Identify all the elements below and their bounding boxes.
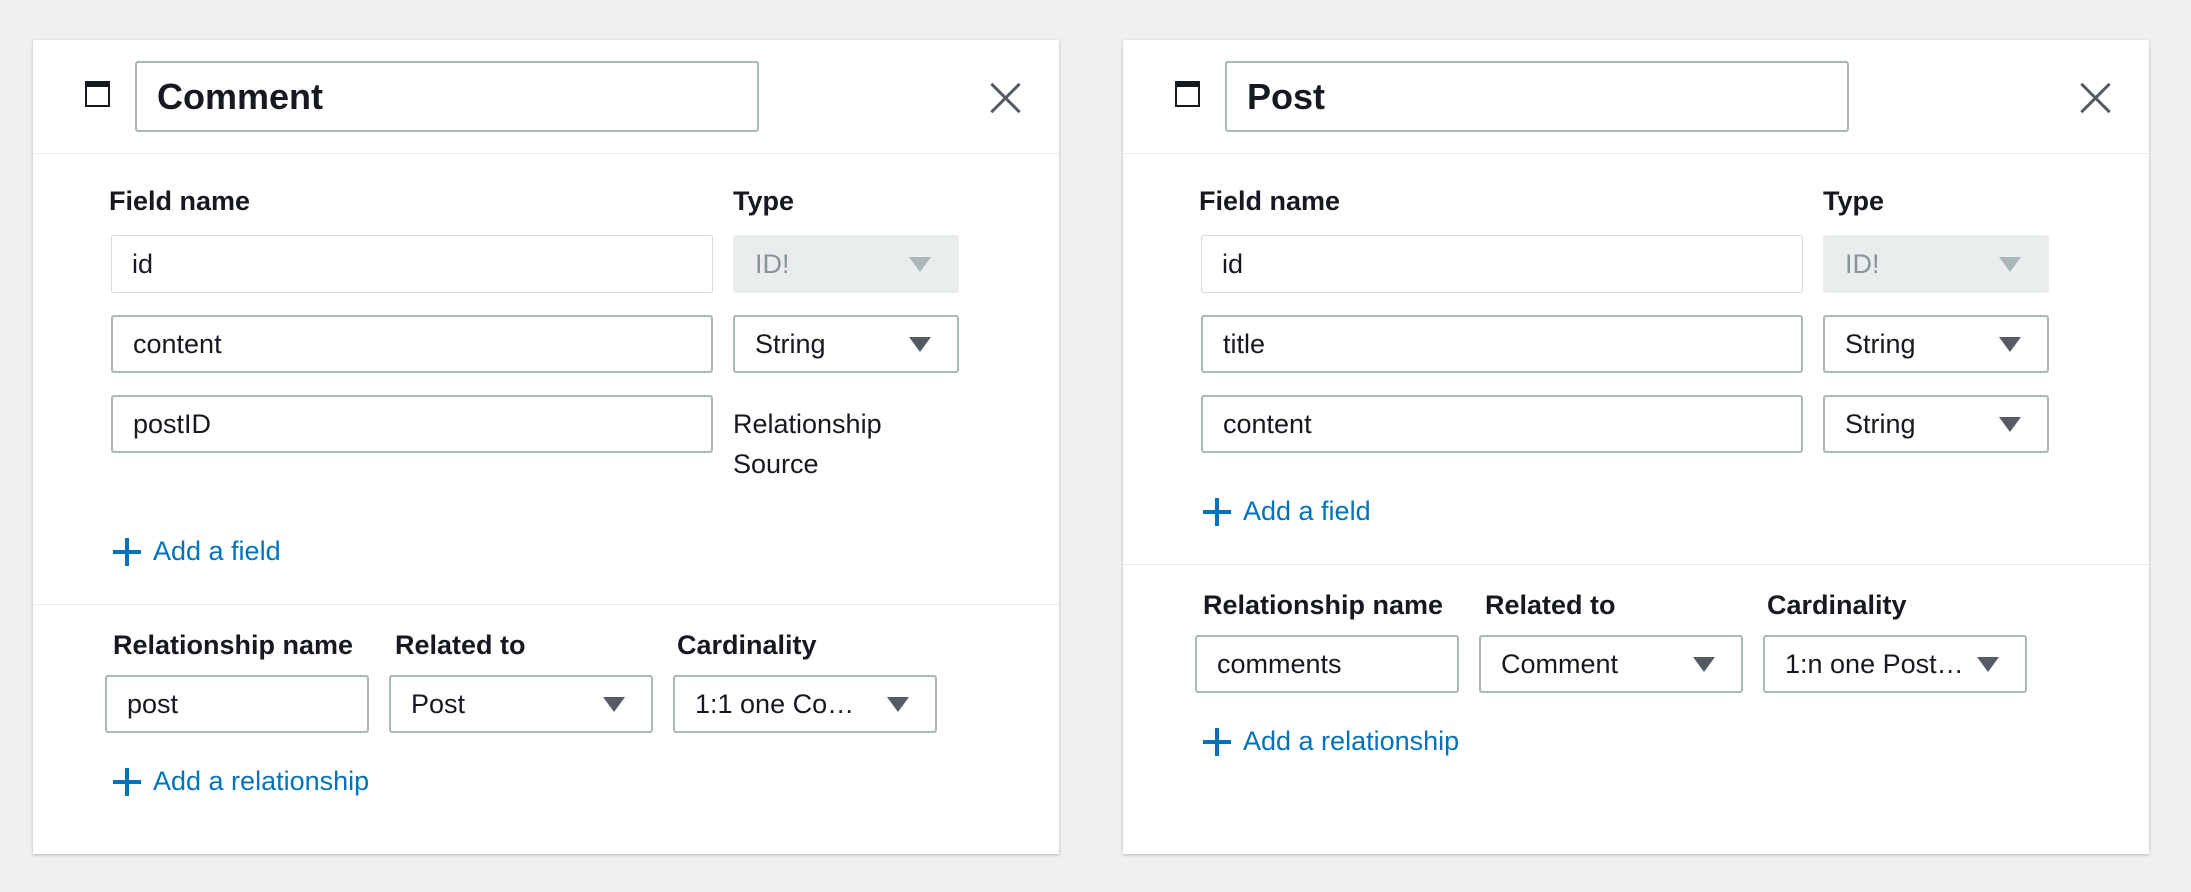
field-name-input-postid[interactable]	[111, 395, 713, 453]
add-relationship-link[interactable]: Add a relationship	[113, 766, 369, 797]
field-type-value: String	[755, 329, 826, 359]
relationship-source-text: Relationship Source	[733, 409, 882, 479]
related-to-select[interactable]: Comment	[1479, 635, 1743, 693]
type-label: Type	[733, 186, 795, 216]
card-header	[1123, 40, 2149, 154]
related-to-value: Post	[411, 689, 466, 719]
model-name-input[interactable]	[135, 61, 759, 132]
divider	[1123, 564, 2149, 565]
model-card-comment: Field name Type ID! String Relationship …	[33, 40, 1059, 854]
card-header	[33, 40, 1059, 154]
chevron-down-icon	[1977, 657, 1999, 672]
relationship-name-input[interactable]	[105, 675, 369, 733]
chevron-down-icon	[1999, 257, 2021, 272]
add-field-link[interactable]: Add a field	[1203, 496, 1371, 527]
chevron-down-icon	[1999, 337, 2021, 352]
related-to-value: Comment	[1501, 649, 1619, 679]
model-name-input[interactable]	[1225, 61, 1849, 132]
field-type-value: ID!	[755, 249, 790, 279]
field-name-input-id[interactable]	[1201, 235, 1803, 293]
field-name-input-content[interactable]	[1201, 395, 1803, 453]
field-type-select-content[interactable]: String	[733, 315, 959, 373]
add-relationship-label: Add a relationship	[1243, 726, 1460, 756]
field-type-value: ID!	[1845, 249, 1880, 279]
cardinality-select[interactable]: 1:1 one Co…	[673, 675, 937, 733]
chevron-down-icon	[1999, 417, 2021, 432]
add-relationship-link[interactable]: Add a relationship	[1203, 726, 1459, 757]
add-field-link[interactable]: Add a field	[113, 536, 281, 567]
field-type-select-id: ID!	[1823, 235, 2049, 293]
chevron-down-icon	[909, 257, 931, 272]
type-label: Type	[1823, 186, 1885, 216]
cardinality-value: 1:n one Post…	[1785, 649, 1964, 679]
add-field-label: Add a field	[153, 536, 281, 566]
plus-icon	[1203, 497, 1231, 526]
close-icon[interactable]	[990, 82, 1022, 114]
related-to-select[interactable]: Post	[389, 675, 653, 733]
model-card-post: Field name Type ID! String String Add a …	[1123, 40, 2149, 854]
related-to-label: Related to	[1485, 590, 1616, 620]
field-name-label: Field name	[1199, 186, 1341, 216]
field-name-label: Field name	[109, 186, 251, 216]
close-icon[interactable]	[2080, 82, 2112, 114]
field-type-value: String	[1845, 329, 1916, 359]
plus-icon	[113, 767, 141, 796]
plus-icon	[1203, 727, 1231, 756]
window-icon	[1175, 81, 1200, 107]
relationship-name-label: Relationship name	[113, 630, 354, 660]
cardinality-value: 1:1 one Co…	[695, 689, 855, 719]
field-type-select-title[interactable]: String	[1823, 315, 2049, 373]
field-type-select-content[interactable]: String	[1823, 395, 2049, 453]
related-to-label: Related to	[395, 630, 526, 660]
relationship-name-label: Relationship name	[1203, 590, 1444, 620]
plus-icon	[113, 537, 141, 566]
chevron-down-icon	[1693, 657, 1715, 672]
relationship-name-input[interactable]	[1195, 635, 1459, 693]
add-field-label: Add a field	[1243, 496, 1371, 526]
field-name-input-title[interactable]	[1201, 315, 1803, 373]
field-type-value: String	[1845, 409, 1916, 439]
add-relationship-label: Add a relationship	[153, 766, 370, 796]
cardinality-select[interactable]: 1:n one Post…	[1763, 635, 2027, 693]
field-type-select-id: ID!	[733, 235, 959, 293]
field-name-input-id[interactable]	[111, 235, 713, 293]
cardinality-label: Cardinality	[1767, 590, 1907, 620]
chevron-down-icon	[909, 337, 931, 352]
chevron-down-icon	[887, 697, 909, 712]
divider	[33, 604, 1059, 605]
window-icon	[85, 81, 110, 107]
field-name-input-content[interactable]	[111, 315, 713, 373]
cardinality-label: Cardinality	[677, 630, 817, 660]
chevron-down-icon	[603, 697, 625, 712]
